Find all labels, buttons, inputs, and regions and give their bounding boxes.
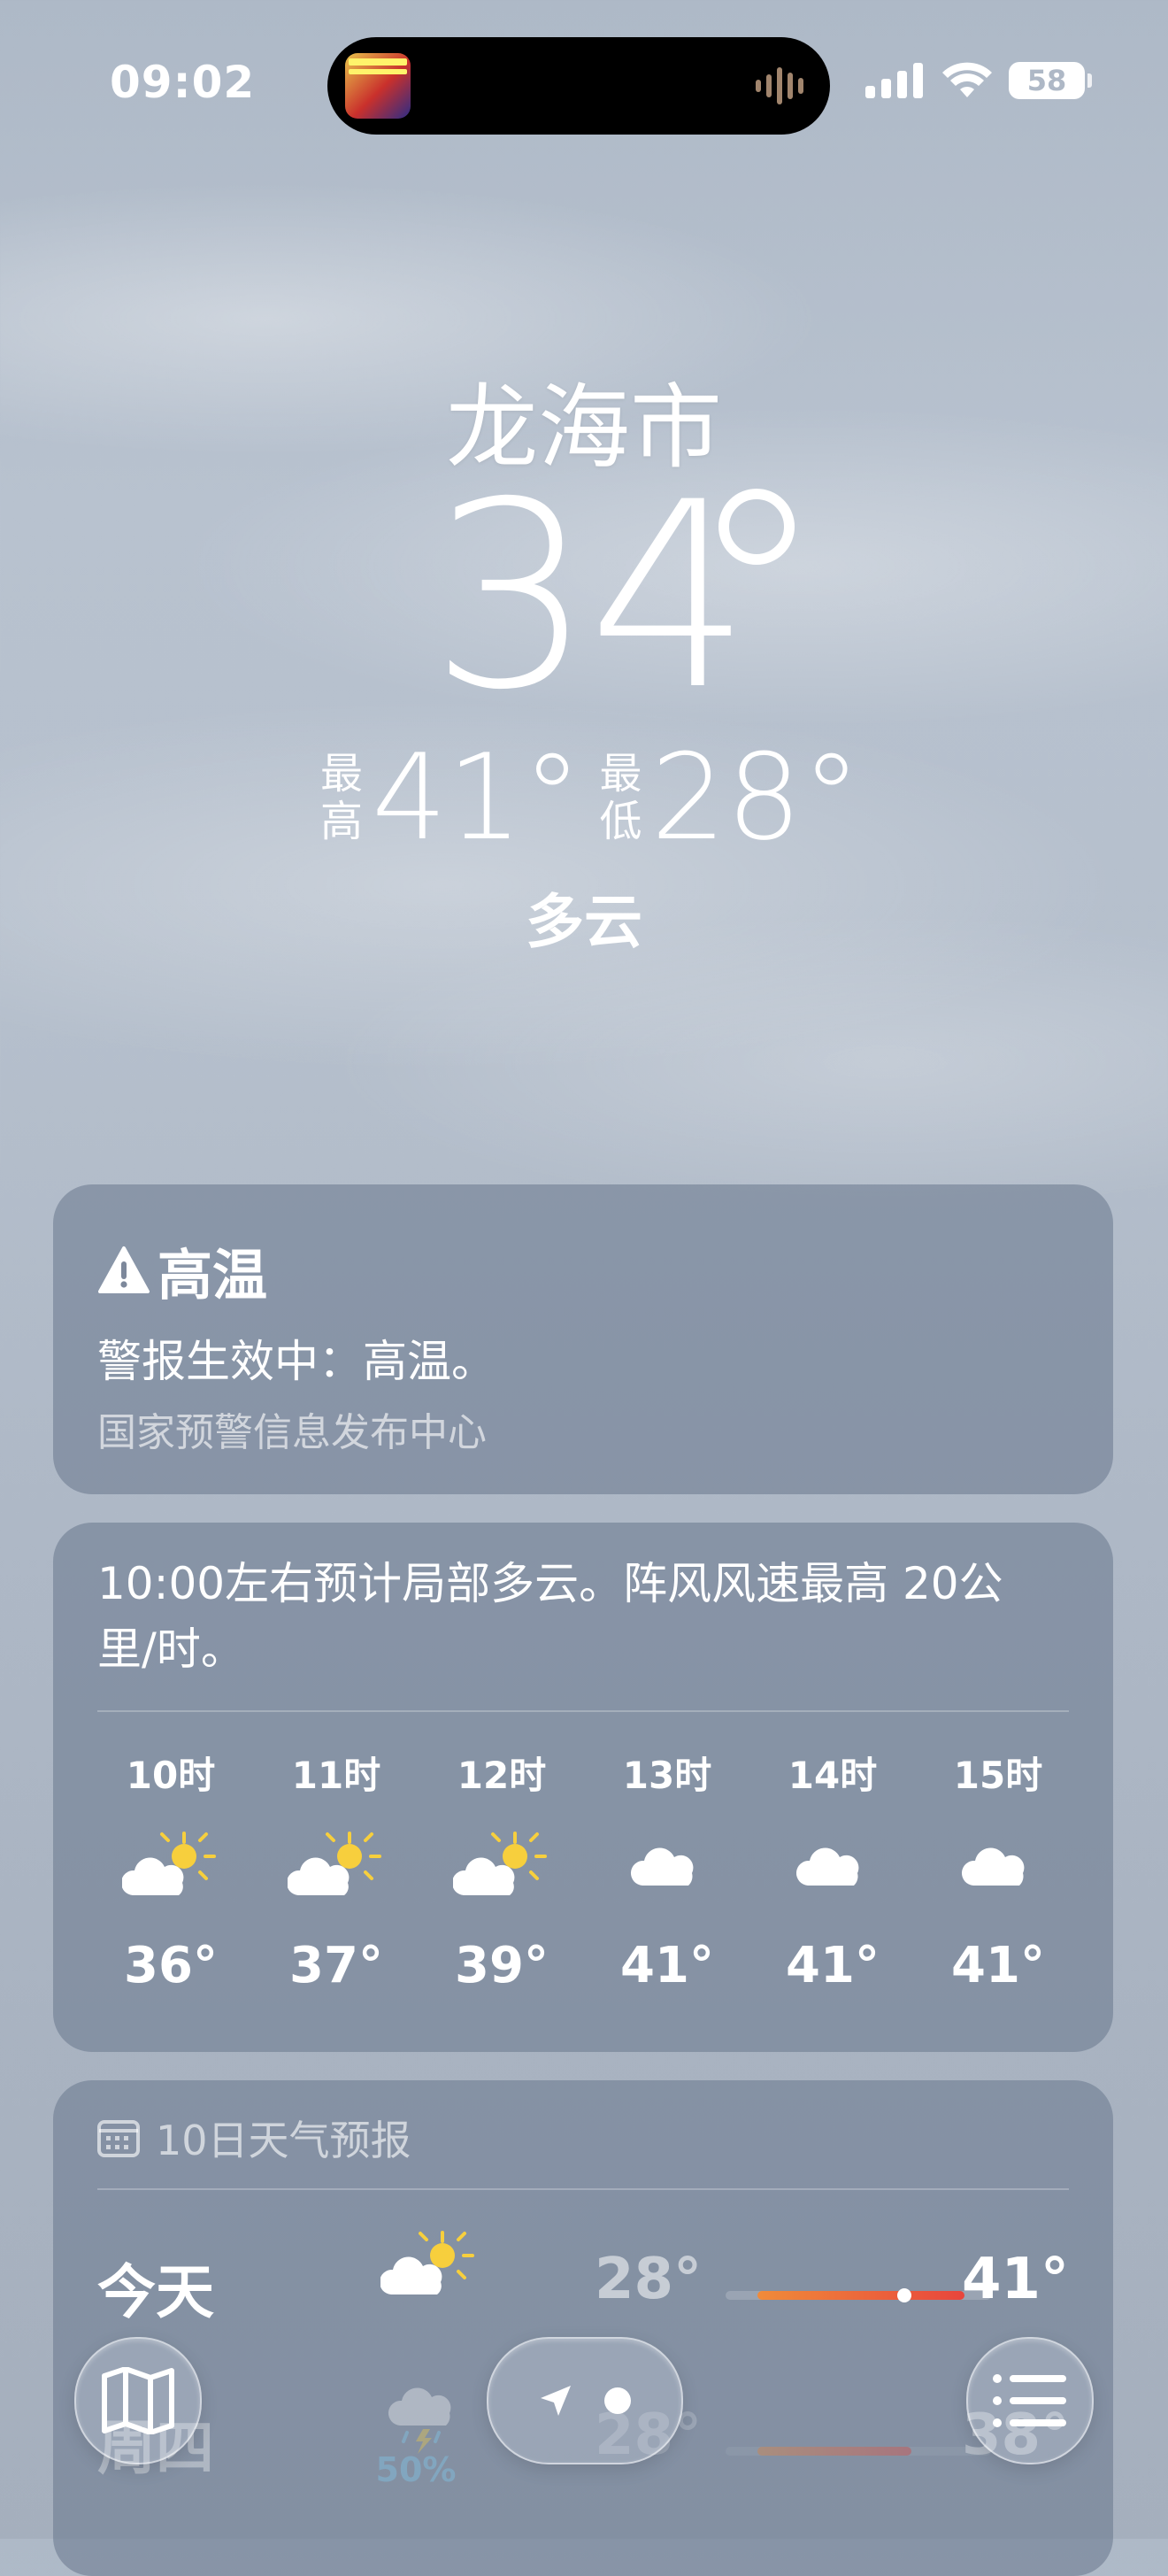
daily-header: 10日天气预报 [97,2109,411,2167]
partly-sunny-icon [288,1832,381,1895]
temp-range-bar [726,2447,991,2456]
page-dot [604,2387,631,2414]
cloud-icon [795,1847,859,1886]
battery-level: 58 [1026,64,1067,97]
hour-icon [750,1799,915,1932]
hour-temp: 37° [289,1937,383,1994]
hour-label: 12时 [457,1754,547,1797]
hour-column: 13时 41° [585,1746,749,1994]
temp-range-fill [757,2447,911,2456]
divider [97,2188,1069,2190]
hour-label: 10时 [126,1754,216,1797]
weather-alert-card[interactable]: 高温 警报生效中：高温。 国家预警信息发布中心 [53,1184,1113,1494]
hour-icon [585,1799,749,1932]
hour-temp: 41° [951,1937,1045,1994]
precipitation-chance: 50% [375,2450,457,2489]
low-temp: 28° [650,729,862,867]
day-icon [380,2385,469,2459]
map-button[interactable] [74,2337,202,2464]
map-icon [102,2367,174,2434]
alert-title-row: 高温 [97,1230,267,1310]
daily-header-label: 10日天气预报 [156,2117,411,2164]
high-temp: 41° [372,729,582,867]
partly-sunny-icon [122,1832,216,1895]
cloud-icon [630,1847,694,1886]
battery-icon: 58 [1009,62,1092,99]
partly-sunny-icon [379,2231,474,2294]
cellular-signal-icon [865,63,923,98]
current-temp-marker [897,2288,911,2302]
divider [97,1710,1069,1712]
alert-source: 国家预警信息发布中心 [97,1410,487,1455]
hour-label: 11时 [291,1754,381,1797]
condition-text: 多云 [526,888,642,956]
hour-icon [254,1799,419,1932]
hour-icon [88,1799,253,1932]
day-name: 今天 [97,2258,214,2326]
temp-range-fill [757,2291,964,2300]
location-page-indicator[interactable] [487,2337,683,2464]
now-playing-thumbnail[interactable] [345,53,411,119]
hour-temp: 36° [124,1937,218,1994]
list-icon [993,2374,1066,2427]
day-row[interactable]: 今天 28° 41° [97,2213,1069,2328]
hour-column: 12时 39° [419,1746,584,1994]
low-label: 最低 [599,749,642,846]
hour-icon [916,1799,1080,1932]
ten-day-forecast-card[interactable]: 10日天气预报 今天 28° 41° 周四 50% 28° 38° [53,2080,1113,2576]
alert-description: 警报生效中：高温。 [97,1336,496,1387]
degree-symbol [718,489,795,565]
hour-column: 10时 36° [88,1746,253,1994]
hourly-forecast-card[interactable]: 10:00左右预计局部多云。阵风风速最高 20公里/时。 10时 36° 11时 37… [53,1523,1113,2052]
high-label: 最高 [320,749,364,846]
hour-temp: 41° [620,1937,714,1994]
partly-sunny-icon [453,1832,547,1895]
hour-temp: 41° [786,1937,880,1994]
hour-label: 13时 [622,1754,712,1797]
thunderstorm-icon [388,2387,451,2454]
hour-label: 15时 [953,1754,1043,1797]
hour-label: 14时 [788,1754,878,1797]
warning-icon [98,1246,150,1293]
temp-range-bar [726,2288,991,2302]
hourly-summary: 10:00左右预计局部多云。阵风风速最高 20公里/时。 [97,1558,1003,1675]
hour-column: 11时 37° [254,1746,419,1994]
wifi-icon [942,62,992,97]
day-icon [379,2229,478,2303]
location-arrow-icon [541,2386,571,2416]
dynamic-island[interactable] [327,37,830,135]
status-indicators: 58 [865,62,1092,99]
calendar-icon [97,2120,140,2157]
hour-column: 15时 41° [916,1746,1080,1994]
alert-title: 高温 [158,1243,268,1307]
hour-column: 14时 41° [750,1746,915,1994]
status-time: 09:02 [110,57,256,108]
hour-icon [419,1799,584,1932]
audio-waveform-icon [756,64,803,108]
day-high: 41° [961,2247,1069,2312]
cloud-icon [961,1847,1025,1886]
current-temperature: 34 [430,448,751,746]
high-low-temps: 最高 41° 最低 28° [320,738,879,857]
hour-temp: 39° [455,1937,549,1994]
city-list-button[interactable] [966,2337,1094,2464]
day-low: 28° [595,2247,703,2312]
